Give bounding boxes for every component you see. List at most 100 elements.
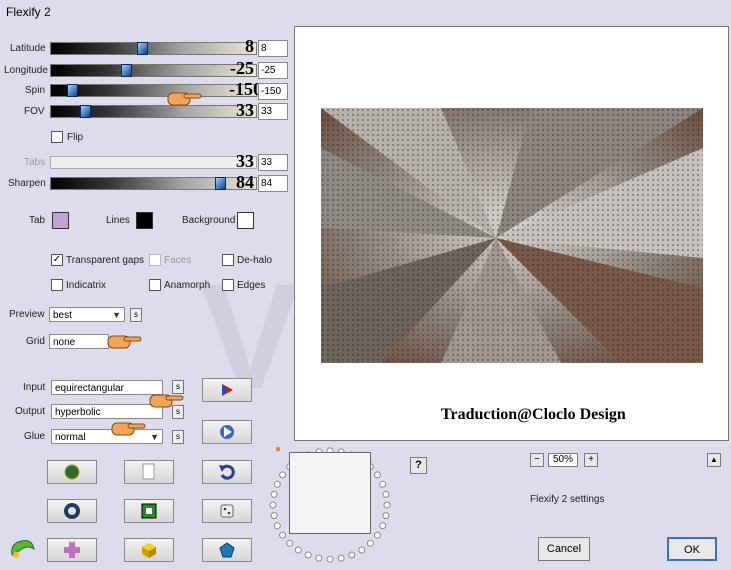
navigator-dot[interactable] [382, 512, 390, 520]
glue-label: Glue [24, 431, 46, 442]
longitude-value: -25 [230, 58, 254, 78]
cube-button[interactable] [124, 538, 174, 562]
navigator-dot[interactable] [273, 480, 281, 488]
zoom-in-button[interactable]: + [584, 453, 598, 467]
ok-button[interactable]: OK [667, 537, 717, 561]
navigator-dot[interactable] [304, 551, 312, 559]
tabs-label: Tabs [24, 157, 46, 168]
undo-button[interactable] [202, 460, 252, 484]
dice-button[interactable] [202, 499, 252, 523]
transparent-gaps-checkbox[interactable]: ✓ [51, 254, 63, 266]
navigator-marker [276, 447, 280, 451]
background-color-swatch[interactable] [237, 212, 254, 229]
indicatrix-label: Indicatrix [66, 280, 107, 291]
navigator-dot[interactable] [315, 554, 323, 562]
dice-icon [220, 504, 234, 518]
navigator-dot[interactable] [279, 471, 287, 479]
undo-icon [219, 464, 235, 480]
navigator-dot[interactable] [286, 539, 294, 547]
navigator-dot[interactable] [379, 522, 387, 530]
frame-icon [141, 503, 157, 519]
latitude-field[interactable]: 8 [258, 40, 288, 57]
open-preset-button[interactable] [47, 460, 97, 484]
input-label: Input [23, 382, 46, 393]
render-button[interactable] [202, 378, 252, 402]
navigator-dot[interactable] [294, 546, 302, 554]
collapse-button[interactable]: ▲ [707, 453, 721, 467]
navigator-dot[interactable] [366, 539, 374, 547]
fov-field[interactable]: 33 [258, 103, 288, 120]
lines-color-swatch[interactable] [136, 212, 153, 229]
navigator-dot[interactable] [269, 501, 277, 509]
navigator-dot[interactable] [270, 512, 278, 520]
sharpen-value: 84 [236, 172, 254, 192]
navigator-dot[interactable] [348, 551, 356, 559]
navigator-dot[interactable] [382, 490, 390, 498]
navigator-dot[interactable] [383, 501, 391, 509]
ring-button[interactable] [47, 499, 97, 523]
sphere-play-icon [220, 425, 234, 439]
navigator-dot[interactable] [373, 531, 381, 539]
latitude-label: Latitude [10, 43, 46, 54]
cross-button[interactable] [47, 538, 97, 562]
longitude-thumb[interactable] [121, 64, 132, 77]
window-title: Flexify 2 [6, 5, 51, 19]
new-preset-button[interactable] [124, 460, 174, 484]
spin-field[interactable]: -150 [258, 83, 288, 100]
grid-select-value: none [53, 337, 76, 348]
navigator-dot[interactable] [279, 531, 287, 539]
preview-select[interactable]: best ▼ [49, 307, 125, 322]
tabs-value: 33 [236, 151, 254, 171]
pointing-hand-icon [149, 394, 184, 408]
cancel-button[interactable]: Cancel [538, 537, 590, 561]
navigator-dot[interactable] [326, 555, 334, 563]
output-select[interactable]: hyperbolic [51, 404, 163, 419]
navigator-dot[interactable] [337, 554, 345, 562]
preview-panel[interactable]: Traduction@Cloclo Design [294, 26, 729, 441]
grid-select[interactable]: none [49, 334, 109, 349]
pointing-hand-icon [107, 335, 142, 349]
glue-s-button[interactable]: s [172, 430, 184, 444]
indicatrix-checkbox[interactable] [51, 279, 63, 291]
navigator-dot[interactable] [379, 480, 387, 488]
faces-checkbox [149, 254, 161, 266]
sharpen-field[interactable]: 84 [258, 175, 288, 192]
flip-checkbox[interactable] [51, 131, 63, 143]
chevron-down-icon: ▼ [150, 432, 159, 442]
latitude-thumb[interactable] [137, 42, 148, 55]
help-button[interactable]: ? [410, 457, 427, 474]
play-icon [222, 384, 233, 396]
pentagon-button[interactable] [202, 538, 252, 562]
frame-button[interactable] [124, 499, 174, 523]
randomize-button[interactable] [202, 420, 252, 444]
zoom-level: 50% [548, 453, 578, 467]
tabs-field[interactable]: 33 [258, 154, 288, 171]
de-halo-checkbox[interactable] [222, 254, 234, 266]
input-select[interactable]: equirectangular [51, 380, 163, 395]
tab-color-swatch[interactable] [52, 212, 69, 229]
longitude-field[interactable]: -25 [258, 62, 288, 79]
edges-checkbox[interactable] [222, 279, 234, 291]
preview-image [321, 108, 703, 363]
glue-select[interactable]: normal ▼ [51, 429, 163, 444]
glue-select-value: normal [55, 432, 86, 443]
preview-s-button[interactable]: s [130, 308, 142, 322]
document-icon [142, 463, 155, 480]
navigator-dot[interactable] [273, 522, 281, 530]
navigator-dot[interactable] [270, 490, 278, 498]
zoom-out-button[interactable]: − [530, 453, 544, 467]
sharpen-label: Sharpen [8, 178, 46, 189]
preview-caption: Traduction@Cloclo Design [441, 406, 626, 423]
edges-label: Edges [237, 280, 266, 291]
tab-color-label: Tab [29, 215, 46, 226]
fov-thumb[interactable] [80, 105, 91, 118]
navigator-dot[interactable] [373, 471, 381, 479]
spin-thumb[interactable] [67, 84, 78, 97]
transparent-gaps-label: Transparent gaps [66, 255, 145, 266]
cross-shape-icon [64, 542, 80, 558]
longitude-label: Longitude [4, 65, 48, 76]
anamorph-checkbox[interactable] [149, 279, 161, 291]
cube-icon [142, 543, 156, 558]
navigator-dot[interactable] [358, 546, 366, 554]
navigator-thumbnail[interactable] [289, 452, 371, 534]
